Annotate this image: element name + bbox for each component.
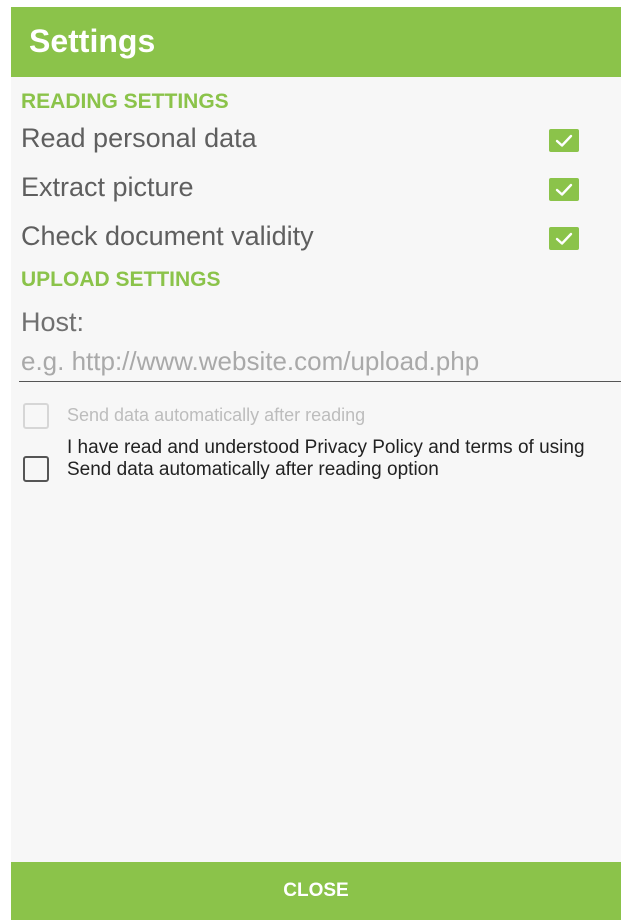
- check-icon: [555, 183, 573, 196]
- extract-picture-checkbox[interactable]: [549, 178, 579, 201]
- auto-send-label: Send data automatically after reading: [67, 405, 366, 425]
- upload-settings-header: UPLOAD SETTINGS: [21, 268, 221, 291]
- settings-dialog: Settings READING SETTINGS Read personal …: [11, 7, 621, 920]
- privacy-checkbox[interactable]: [23, 456, 49, 482]
- check-icon: [555, 134, 573, 147]
- reading-settings-header: READING SETTINGS: [21, 90, 229, 113]
- close-button[interactable]: CLOSE: [11, 862, 621, 920]
- host-label: Host:: [21, 307, 85, 337]
- page-title: Settings: [29, 23, 156, 59]
- read-personal-data-checkbox[interactable]: [549, 129, 579, 152]
- check-document-validity-checkbox[interactable]: [549, 227, 579, 250]
- auto-send-checkbox: [23, 403, 49, 429]
- extract-picture-label: Extract picture: [21, 172, 194, 202]
- host-input[interactable]: [19, 341, 621, 382]
- privacy-label: I have read and understood Privacy Polic…: [67, 437, 585, 480]
- check-icon: [555, 232, 573, 245]
- read-personal-data-label: Read personal data: [21, 123, 257, 153]
- check-document-validity-label: Check document validity: [21, 221, 314, 251]
- title-bar: Settings: [11, 7, 621, 77]
